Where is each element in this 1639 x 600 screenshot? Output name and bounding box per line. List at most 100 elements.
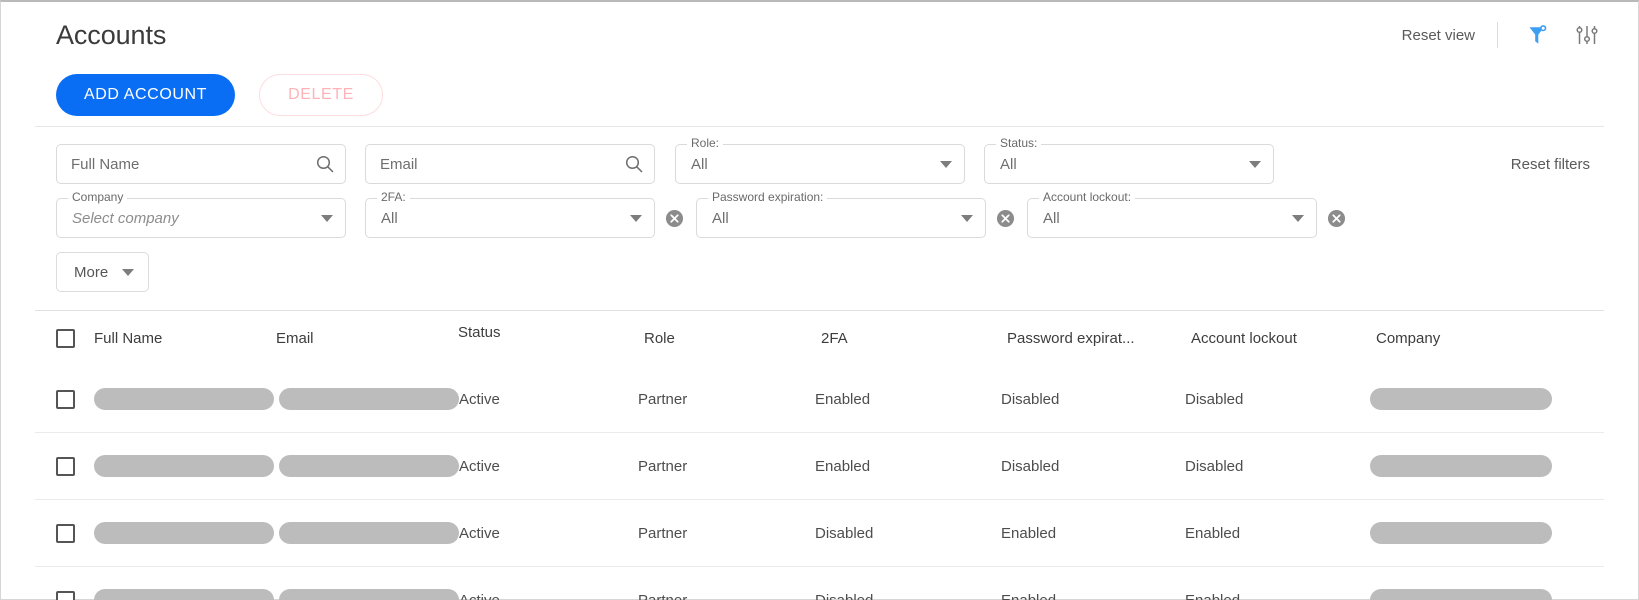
chevron-down-icon xyxy=(630,215,642,222)
twofa-filter-label: 2FA: xyxy=(377,191,410,203)
select-all-checkbox[interactable] xyxy=(56,329,75,348)
cell-account-lockout: Disabled xyxy=(1185,391,1370,408)
email-search-input[interactable]: Email xyxy=(380,156,624,173)
redacted-identity-group xyxy=(94,589,459,600)
sliders-settings-icon xyxy=(1576,24,1598,46)
clear-twofa-filter-icon[interactable] xyxy=(665,209,684,228)
status-filter-select[interactable]: Status: All xyxy=(984,144,1274,184)
filter-row-1: Full Name Email Role: All Status: xyxy=(35,144,1604,184)
page-title: Accounts xyxy=(56,18,166,49)
full-name-search-input[interactable]: Full Name xyxy=(71,156,315,173)
more-filters-label: More xyxy=(74,264,108,281)
filter-row-3: More xyxy=(35,252,1604,292)
twofa-filter-select[interactable]: 2FA: All xyxy=(365,198,655,238)
chevron-down-icon xyxy=(961,215,973,222)
column-header-2fa[interactable]: 2FA xyxy=(821,330,1007,347)
full-name-redacted xyxy=(94,522,274,544)
full-name-redacted xyxy=(94,455,274,477)
row-select-cell xyxy=(56,591,94,600)
full-name-redacted xyxy=(94,388,274,410)
column-header-status[interactable]: Status xyxy=(458,311,644,341)
row-select-cell xyxy=(56,390,94,409)
password-expiration-filter-select[interactable]: Password expiration: All xyxy=(696,198,986,238)
filter-toggle-button[interactable] xyxy=(1520,18,1554,52)
company-redacted xyxy=(1370,522,1552,544)
delete-button[interactable]: DELETE xyxy=(259,74,383,116)
cell-role: Partner xyxy=(638,592,815,600)
column-header-full-name[interactable]: Full Name xyxy=(94,330,276,347)
cell-status: Active xyxy=(459,391,638,408)
role-filter-value: All xyxy=(691,156,932,173)
company-redacted xyxy=(1370,589,1552,600)
table-row[interactable]: Active Partner Disabled Enabled Enabled xyxy=(35,500,1604,567)
cell-2fa: Enabled xyxy=(815,391,1001,408)
email-search-field[interactable]: Email xyxy=(365,144,655,184)
row-checkbox[interactable] xyxy=(56,390,75,409)
cell-status: Active xyxy=(459,458,638,475)
search-icon xyxy=(315,154,335,174)
column-header-role[interactable]: Role xyxy=(644,330,821,347)
cell-password-expiration: Enabled xyxy=(1001,592,1185,600)
reset-view-button[interactable]: Reset view xyxy=(1402,27,1497,44)
chevron-down-icon xyxy=(1292,215,1304,222)
search-icon xyxy=(624,154,644,174)
cell-account-lockout: Enabled xyxy=(1185,592,1370,600)
cell-password-expiration: Disabled xyxy=(1001,458,1185,475)
header-actions: Reset view xyxy=(1402,14,1604,52)
password-expiration-filter-value: All xyxy=(712,210,953,227)
column-header-email[interactable]: Email xyxy=(276,330,458,347)
row-checkbox[interactable] xyxy=(56,591,75,600)
company-filter-value: Select company xyxy=(72,210,313,227)
action-bar: ADD ACCOUNT DELETE xyxy=(1,64,1638,126)
chevron-down-icon xyxy=(321,215,333,222)
cell-2fa: Disabled xyxy=(815,592,1001,600)
account-lockout-filter-label: Account lockout: xyxy=(1039,191,1135,203)
table-row[interactable]: Active Partner Enabled Disabled Disabled xyxy=(35,366,1604,433)
column-header-account-lockout[interactable]: Account lockout xyxy=(1191,330,1376,347)
cell-role: Partner xyxy=(638,525,815,542)
filters-section: Full Name Email Role: All Status: xyxy=(35,126,1604,292)
header-divider xyxy=(1497,22,1498,48)
status-filter-value: All xyxy=(1000,156,1241,173)
table-header-row: Full Name Email Status Role 2FA Password… xyxy=(35,311,1604,366)
cell-status: Active xyxy=(459,592,638,600)
cell-2fa: Disabled xyxy=(815,525,1001,542)
page-header: Accounts Reset view xyxy=(1,2,1638,64)
row-checkbox[interactable] xyxy=(56,524,75,543)
column-header-password-expiration[interactable]: Password expirat... xyxy=(1007,330,1191,347)
full-name-redacted xyxy=(94,589,274,600)
redacted-identity-group xyxy=(94,388,459,410)
company-filter-select[interactable]: Company Select company xyxy=(56,198,346,238)
accounts-page: Accounts Reset view xyxy=(0,0,1639,600)
status-filter-label: Status: xyxy=(996,137,1041,149)
column-header-company[interactable]: Company xyxy=(1376,330,1604,347)
chevron-down-icon xyxy=(1249,161,1261,168)
accounts-table: Full Name Email Status Role 2FA Password… xyxy=(35,310,1604,600)
company-filter-label: Company xyxy=(68,191,127,203)
row-select-cell xyxy=(56,524,94,543)
email-redacted xyxy=(279,589,459,600)
company-redacted xyxy=(1370,455,1552,477)
cell-role: Partner xyxy=(638,391,815,408)
clear-account-lockout-filter-icon[interactable] xyxy=(1327,209,1346,228)
company-redacted xyxy=(1370,388,1552,410)
full-name-search-field[interactable]: Full Name xyxy=(56,144,346,184)
add-account-button[interactable]: ADD ACCOUNT xyxy=(56,74,235,116)
reset-filters-button[interactable]: Reset filters xyxy=(1511,156,1604,173)
filter-row-2: Company Select company 2FA: All Password… xyxy=(35,198,1604,238)
table-row[interactable]: Active Partner Disabled Enabled Enabled xyxy=(35,567,1604,600)
column-settings-button[interactable] xyxy=(1570,18,1604,52)
cell-password-expiration: Enabled xyxy=(1001,525,1185,542)
clear-password-expiration-filter-icon[interactable] xyxy=(996,209,1015,228)
cell-status: Active xyxy=(459,525,638,542)
chevron-down-icon xyxy=(940,161,952,168)
twofa-filter-value: All xyxy=(381,210,622,227)
table-row[interactable]: Active Partner Enabled Disabled Disabled xyxy=(35,433,1604,500)
role-filter-select[interactable]: Role: All xyxy=(675,144,965,184)
more-filters-button[interactable]: More xyxy=(56,252,149,292)
cell-role: Partner xyxy=(638,458,815,475)
cell-password-expiration: Disabled xyxy=(1001,391,1185,408)
account-lockout-filter-select[interactable]: Account lockout: All xyxy=(1027,198,1317,238)
row-checkbox[interactable] xyxy=(56,457,75,476)
email-redacted xyxy=(279,522,459,544)
